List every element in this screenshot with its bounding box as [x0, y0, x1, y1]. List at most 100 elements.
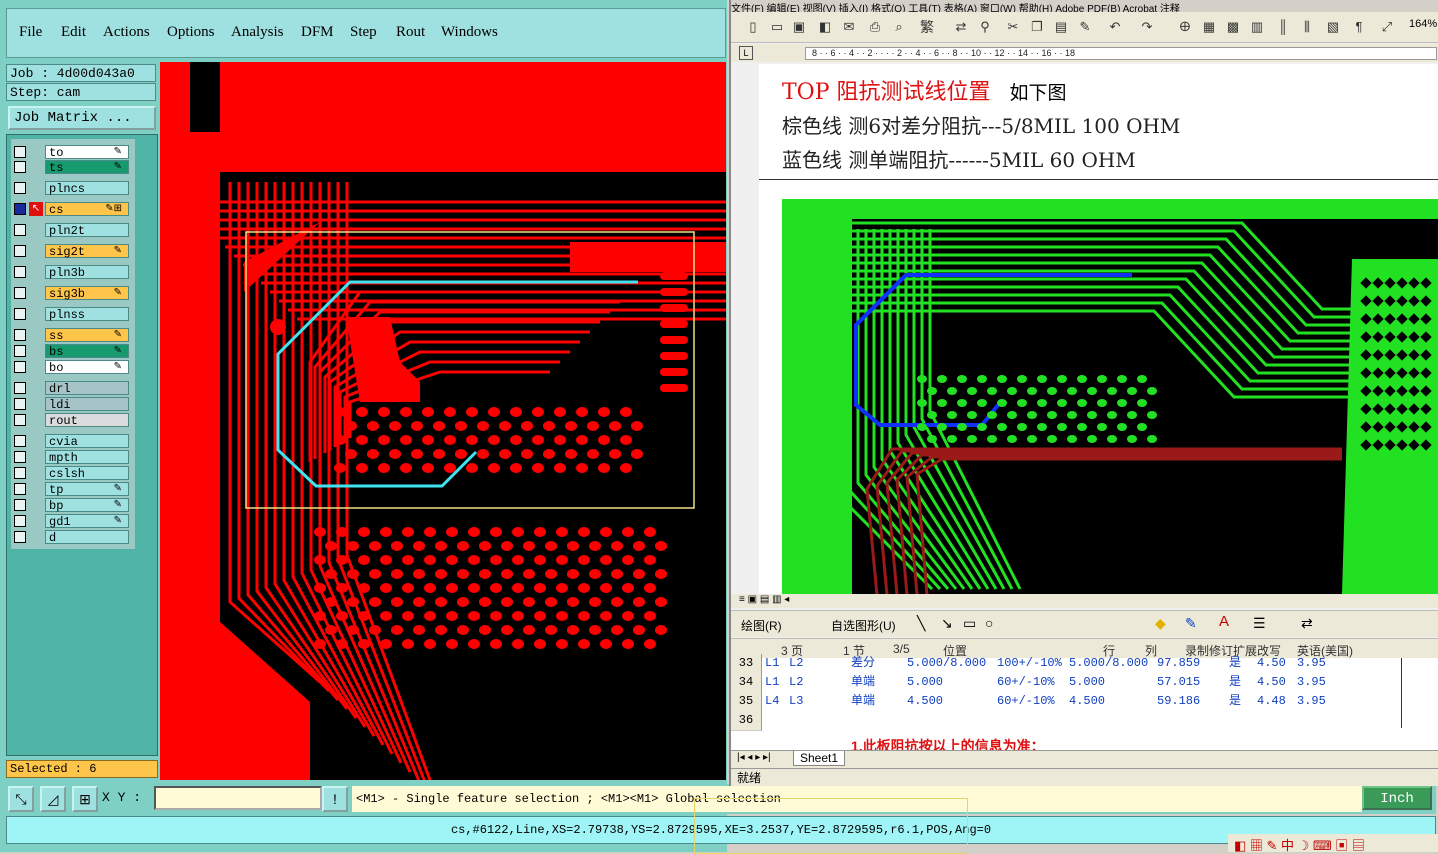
arrow-icon[interactable]: ↘: [941, 615, 953, 632]
excel-cell[interactable]: 57.015: [1157, 673, 1200, 692]
excel-cell[interactable]: 4.50: [1257, 673, 1286, 692]
layer-checkbox[interactable]: [14, 224, 26, 236]
menu-step[interactable]: Step: [350, 24, 377, 41]
layer-name[interactable]: ts ✎: [45, 160, 129, 175]
undo-icon[interactable]: ↶: [1107, 19, 1123, 35]
excel-cell[interactable]: 4.50: [1257, 654, 1286, 673]
layer-checkbox[interactable]: [14, 245, 26, 257]
layer-row-plncs[interactable]: plncs: [11, 181, 135, 196]
arrow-style-icon[interactable]: ⇄: [1301, 615, 1313, 632]
excel-cell[interactable]: 5.000: [1069, 673, 1105, 692]
excel-cell[interactable]: 59.186: [1157, 692, 1200, 711]
layer-row-rout[interactable]: rout: [11, 413, 135, 428]
document-map-icon[interactable]: ▧: [1325, 19, 1341, 35]
layer-name[interactable]: pln2t: [45, 223, 129, 238]
zoom-icon[interactable]: ⤢: [1379, 19, 1395, 35]
layer-row-plnss[interactable]: plnss: [11, 307, 135, 322]
row-number[interactable]: 34: [731, 673, 762, 693]
excel-cell[interactable]: 4.500: [1069, 692, 1105, 711]
excel-cell[interactable]: 是: [1229, 654, 1241, 673]
tab-selector-icon[interactable]: L: [739, 46, 753, 60]
drawing-icon[interactable]: ⫼: [1299, 19, 1315, 35]
excel-cell[interactable]: 97.859: [1157, 654, 1200, 673]
preview-icon[interactable]: ⌕: [891, 19, 907, 35]
excel-cell[interactable]: L1: [765, 673, 779, 692]
layer-name[interactable]: plncs: [45, 181, 129, 196]
excel-cell[interactable]: 5.000/8.000: [1069, 654, 1148, 673]
line-color-icon[interactable]: ✎: [1185, 615, 1197, 632]
layer-checkbox[interactable]: [14, 515, 26, 527]
layer-row-drl[interactable]: drl: [11, 381, 135, 396]
excel-cell[interactable]: 3.95: [1297, 654, 1326, 673]
traditional-chinese-icon[interactable]: 繁: [919, 19, 935, 35]
layer-name[interactable]: ldi: [45, 397, 129, 412]
layer-row-bs[interactable]: bs ✎: [11, 344, 135, 359]
menu-windows[interactable]: Windows: [441, 24, 498, 41]
layer-name[interactable]: mpth: [45, 450, 129, 465]
excel-row[interactable]: 33 L1 L2 差分 5.000/8.000 100+/-10% 5.000/8.000 9…: [731, 654, 1438, 674]
line-style-icon[interactable]: ☰: [1253, 615, 1266, 632]
unit-button[interactable]: Inch: [1362, 786, 1432, 810]
ruler-bar[interactable]: 8 · · 6 · · 4 · · 2 · · · · 2 · · 4 · · …: [805, 47, 1437, 60]
info-icon[interactable]: !: [322, 786, 348, 812]
layer-checkbox[interactable]: [14, 182, 26, 194]
menu-analysis[interactable]: Analysis: [231, 24, 284, 41]
excel-icon[interactable]: ▥: [1249, 19, 1265, 35]
layer-checkbox[interactable]: [14, 361, 26, 373]
excel-cell[interactable]: 差分: [851, 654, 875, 673]
excel-cell[interactable]: 100+/-10%: [997, 654, 1062, 673]
document-page[interactable]: TOP 阻抗测试线位置 如下图 棕色线 测6对差分阻抗---5/8MIL 100…: [759, 64, 1438, 594]
excel-cell[interactable]: L4: [765, 692, 779, 711]
layer-checkbox[interactable]: [14, 329, 26, 341]
excel-cell[interactable]: 是: [1229, 692, 1241, 711]
menu-dfm[interactable]: DFM: [301, 24, 334, 41]
layer-checkbox[interactable]: [14, 451, 26, 463]
paste-icon[interactable]: ▤: [1053, 19, 1069, 35]
layer-row-sig2t[interactable]: sig2t ✎: [11, 244, 135, 259]
sheet-nav-icon[interactable]: |◂ ◂ ▸ ▸|: [737, 752, 771, 763]
layer-row-bo[interactable]: bo ✎: [11, 360, 135, 375]
layer-name[interactable]: tp ✎: [45, 482, 129, 497]
new-icon[interactable]: ▯: [745, 19, 761, 35]
layer-row-cs[interactable]: ↖ cs ✎⊞: [11, 202, 135, 217]
layer-row-pln3b[interactable]: pln3b: [11, 265, 135, 280]
excel-cell[interactable]: 60+/-10%: [997, 673, 1055, 692]
save-icon[interactable]: ▣: [791, 19, 807, 35]
word-menubar[interactable]: 文件(F) 编辑(E) 视图(V) 插入(I) 格式(O) 工具(T) 表格(A…: [731, 0, 1438, 12]
excel-cell[interactable]: 单端: [851, 692, 875, 711]
excel-cell[interactable]: 4.48: [1257, 692, 1286, 711]
layer-name[interactable]: plnss: [45, 307, 129, 322]
layer-name[interactable]: bo ✎: [45, 360, 129, 375]
layer-row-pln2t[interactable]: pln2t: [11, 223, 135, 238]
menu-actions[interactable]: Actions: [103, 24, 150, 41]
show-hide-icon[interactable]: ¶: [1351, 19, 1367, 35]
layer-row-cslsh[interactable]: cslsh: [11, 466, 135, 481]
layer-name[interactable]: cvia: [45, 434, 129, 449]
font-color-icon[interactable]: A: [1219, 613, 1229, 630]
excel-cell[interactable]: L1: [765, 654, 779, 673]
excel-cell[interactable]: 是: [1229, 673, 1241, 692]
menu-rout[interactable]: Rout: [396, 24, 425, 41]
layer-checkbox[interactable]: [14, 414, 26, 426]
layer-checkbox[interactable]: [14, 398, 26, 410]
layer-name[interactable]: gd1 ✎: [45, 514, 129, 529]
xy-input[interactable]: [154, 786, 322, 810]
view-buttons[interactable]: ≡ ▣ ▤ ▥ ◂: [739, 594, 789, 605]
layer-checkbox[interactable]: [14, 308, 26, 320]
insert-table-icon[interactable]: ▩: [1225, 19, 1241, 35]
permission-icon[interactable]: ◧: [817, 19, 833, 35]
layer-row-ts[interactable]: ts ✎: [11, 160, 135, 175]
excel-cell[interactable]: 5.000/8.000: [907, 654, 986, 673]
layer-checkbox[interactable]: [14, 531, 26, 543]
layer-checkbox[interactable]: [14, 287, 26, 299]
layer-name[interactable]: d: [45, 530, 129, 545]
autoshapes-menu[interactable]: 自选图形(U): [831, 617, 896, 634]
open-icon[interactable]: ▭: [769, 19, 785, 35]
layer-name[interactable]: cs ✎⊞: [45, 202, 129, 217]
layer-checkbox[interactable]: [14, 161, 26, 173]
excel-cell[interactable]: 60+/-10%: [997, 692, 1055, 711]
layer-row-d[interactable]: d: [11, 530, 135, 545]
layer-checkbox[interactable]: [14, 382, 26, 394]
sheet-tab[interactable]: Sheet1: [793, 751, 846, 766]
job-matrix-button[interactable]: Job Matrix ...: [8, 106, 156, 130]
